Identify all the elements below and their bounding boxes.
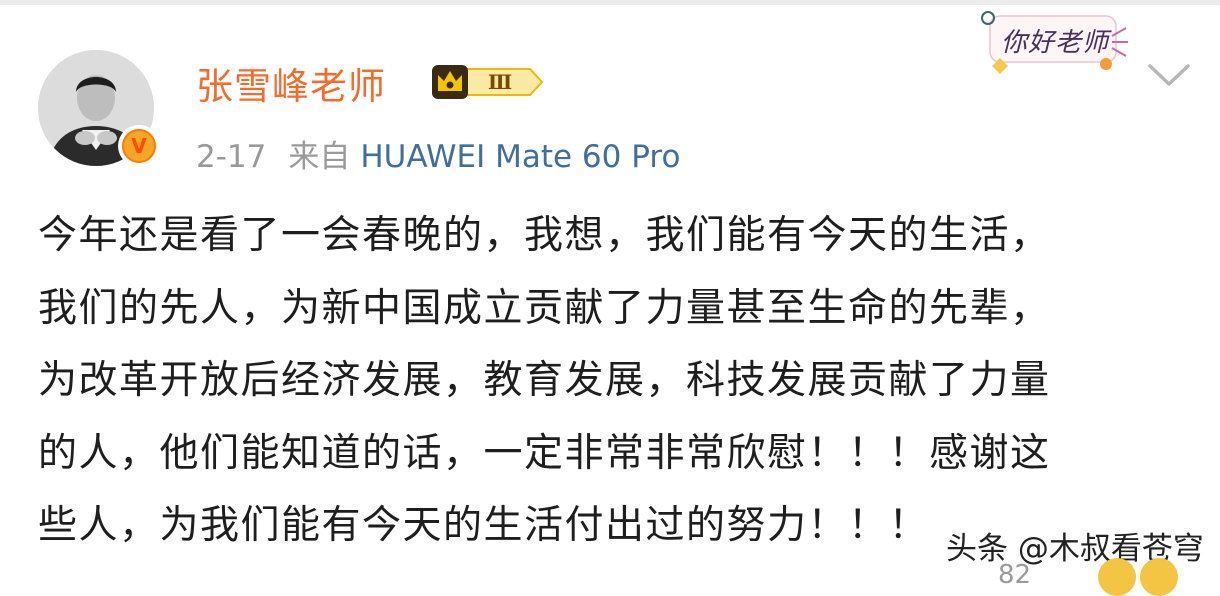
- device-link[interactable]: HUAWEI Mate 60 Pro: [360, 139, 680, 175]
- verified-badge-icon: V: [118, 125, 160, 167]
- chevron-down-icon[interactable]: [1146, 60, 1192, 90]
- post-line: 我们的先人，为新中国成立贡献了力量甚至生命的先辈，: [38, 285, 1051, 331]
- level-badge-text: Ⅲ: [488, 70, 512, 94]
- top-divider: [0, 0, 1220, 5]
- post-line: 为改革开放后经济发展，教育发展，科技发展贡献了力量: [38, 358, 1051, 403]
- reaction-count: 82: [998, 560, 1032, 590]
- post-date: 2-17: [196, 139, 267, 175]
- emoji-icon[interactable]: [1098, 558, 1136, 596]
- sticker-text: 你好老师: [1001, 28, 1110, 58]
- post-meta: 2-17 来自 HUAWEI Mate 60 Pro: [196, 131, 680, 176]
- post-line: 的人，他们能知道的话，一定非常非常欣慰！！！感谢这: [38, 430, 1051, 476]
- author-name[interactable]: 张雪峰老师: [196, 56, 386, 110]
- post-body: 今年还是看了一会春晚的，我想，我们能有今天的生活， 我们的先人，为新中国成立贡献…: [38, 200, 1188, 563]
- source-prefix: 来自: [288, 139, 351, 175]
- emoji-icon[interactable]: [1140, 558, 1178, 596]
- post-line: 今年还是看了一会春晚的，我想，我们能有今天的生活，: [38, 213, 1051, 258]
- crown-level-icon[interactable]: Ⅲ: [430, 61, 546, 103]
